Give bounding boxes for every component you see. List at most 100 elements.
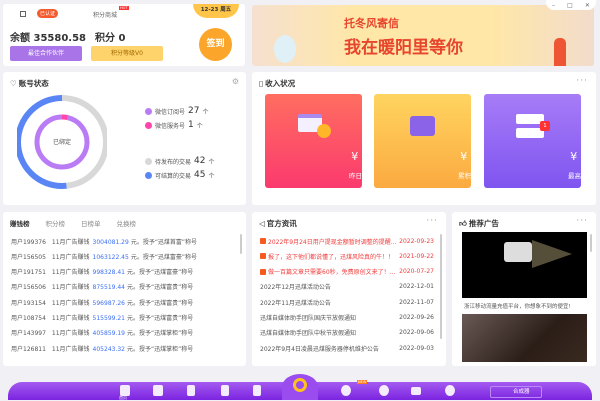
close-icon[interactable]: ✕	[585, 2, 590, 9]
verified-badge: 已认证	[37, 9, 58, 18]
home-label[interactable]: 首页	[119, 395, 127, 401]
legend-dot	[145, 158, 152, 165]
signin-button[interactable]: 签到	[199, 28, 232, 61]
minimize-icon[interactable]: –	[552, 2, 555, 9]
user-name: 用户126811	[11, 344, 46, 353]
pin-icon	[260, 269, 266, 275]
share-icon[interactable]	[411, 387, 421, 395]
monitor-icon[interactable]	[153, 385, 163, 396]
ranking-suffix: 元。授予“迅煤富贵”称号	[127, 315, 193, 322]
ranking-tab-0[interactable]: 赚钱榜	[10, 218, 30, 228]
snowman-illustration	[274, 35, 296, 63]
promo-banner[interactable]: 托冬风寄信 我在暖阳里等你	[252, 5, 594, 66]
robot-icon[interactable]	[379, 385, 389, 396]
ranking-amount: 515599.21	[93, 315, 125, 322]
ad-image-projector[interactable]	[462, 232, 587, 298]
new-badge: NEW	[357, 380, 367, 384]
news-item[interactable]: 迅煤自媒体助手团队国庆节放假通知2022-09-26	[260, 311, 434, 325]
document-icon[interactable]	[187, 385, 195, 396]
more-icon[interactable]: ···	[426, 216, 438, 226]
clipboard-icon: ▯	[259, 79, 263, 88]
ranking-tab-1[interactable]: 积分榜	[46, 218, 66, 228]
news-item[interactable]: 报了，这下他们都说懂了，迅煤风险真的牛！！2021-09-22	[260, 249, 434, 263]
balance-value: 35580.58	[33, 33, 86, 44]
news-item[interactable]: 2022年12月迅煤活动公告2022-12-01	[260, 280, 434, 294]
points-label: 积分	[95, 33, 115, 44]
ranking-desc: 11月广告赚钱	[52, 298, 90, 307]
synth-button[interactable]: 合成器	[490, 386, 542, 398]
ranking-desc: 11月广告赚钱	[52, 328, 90, 337]
clipboard-edit-icon[interactable]	[253, 385, 261, 396]
tile-total[interactable]: ¥ ** 累积收入	[374, 94, 471, 188]
legend-value: 42	[194, 156, 205, 166]
maximize-icon[interactable]: □	[567, 2, 573, 9]
scrollbar[interactable]	[590, 234, 592, 252]
ranking-row: 用户19315411月广告赚钱596987.26元。授予“迅煤富贵”称号	[11, 295, 236, 309]
tile-record[interactable]: 1 ¥ ** 最高纪录	[484, 94, 581, 188]
user-name: 用户199376	[11, 237, 46, 246]
more-icon[interactable]: ···	[576, 76, 588, 86]
ranking-desc: 11月广告赚钱	[52, 267, 90, 276]
legend-label: 可结算的交易	[155, 171, 191, 180]
legend-item: 可结算的交易45个	[145, 170, 214, 180]
ranking-amount: 875519.44	[93, 284, 125, 291]
ranking-tab-3[interactable]: 兑换榜	[117, 218, 137, 228]
girl-illustration	[554, 38, 566, 66]
ranking-suffix: 元。授予“迅煤首富”称号	[131, 239, 197, 246]
ranking-card: 赚钱榜积分榜日榜单兑换榜 用户19937611月广告赚钱3004081.29元。…	[3, 212, 246, 366]
news-title: 做一百篇文章只需要60秒，免费原创文来了！迅...	[268, 267, 399, 276]
tiktok-icon[interactable]	[445, 385, 455, 396]
partner-button[interactable]: 最佳合作伙伴	[10, 46, 82, 61]
news-item[interactable]: 2022年11月迅煤活动公告2022-11-07	[260, 295, 434, 309]
ranking-amount: 405243.32	[93, 346, 125, 353]
ranking-desc: 11月广告赚钱	[52, 313, 90, 322]
user-name: 用户193154	[11, 298, 46, 307]
logo-icon	[293, 378, 307, 392]
level-button[interactable]: 积分等级V0	[91, 46, 163, 61]
coin-icon	[317, 124, 331, 138]
banner-line1: 托冬风寄信	[344, 15, 399, 31]
money-bag-icon[interactable]	[221, 385, 229, 396]
hot-badge: HOT	[119, 6, 129, 10]
legend-unit: 个	[208, 157, 214, 166]
ranking-suffix: 元。授予“迅煤富贵”称号	[127, 300, 193, 307]
record-badge: 1	[540, 121, 550, 131]
ad-caption[interactable]: 浙江移动流量充值平台，你想象不到的便宜!	[464, 302, 571, 310]
scrollbar[interactable]	[440, 234, 442, 339]
account-donut: 已绑定	[17, 92, 107, 192]
ranking-row: 用户14399711月广告赚钱405859.19元。授予“迅煤掌柜”称号	[11, 326, 236, 340]
ad-image-tea[interactable]	[462, 314, 587, 362]
logout-icon[interactable]	[20, 11, 26, 17]
news-title: 报了，这下他们都说懂了，迅煤风险真的牛！！	[268, 252, 394, 261]
user-name: 用户191751	[11, 267, 46, 276]
ranking-tab-2[interactable]: 日榜单	[81, 218, 101, 228]
income-card: ▯收入状况 ··· ¥ ** 昨日收入 ¥ ** 累积收入 1 ¥ ** 最高纪…	[252, 72, 596, 205]
scrollbar[interactable]	[240, 234, 242, 254]
news-title: 2022年11月迅煤活动公告	[260, 298, 331, 307]
legend-unit: 个	[208, 171, 214, 180]
points-mall-link[interactable]: 积分商城	[93, 10, 117, 19]
news-title: 迅煤自媒体助手团队国庆节放假通知	[260, 313, 356, 322]
legend-value: 45	[194, 170, 205, 180]
ranking-desc: 11月广告赚钱	[52, 282, 90, 291]
pin-icon	[260, 253, 266, 259]
card-title: 官方资讯	[267, 218, 297, 229]
news-item[interactable]: 迅煤自媒体助手团队中秋节放假通知2022-09-06	[260, 326, 434, 340]
news-item[interactable]: 2022年9月24日用户提现金额暂时调整的提醒公告2022-09-23	[260, 234, 434, 248]
more-icon[interactable]: ···	[576, 216, 588, 226]
donut-center-label: 已绑定	[53, 138, 71, 146]
tile-yesterday[interactable]: ¥ ** 昨日收入	[265, 94, 362, 188]
wechat-icon[interactable]	[341, 385, 351, 396]
news-item[interactable]: 做一百篇文章只需要60秒，免费原创文来了！迅...2020-07-27	[260, 265, 434, 279]
news-date: 2022-12-01	[399, 283, 434, 290]
ranking-amount: 998328.41	[93, 269, 125, 276]
settings-icon[interactable]: ⚙	[232, 77, 239, 86]
date-tag: 12-23 周五	[193, 4, 239, 18]
ranking-amount: 3004081.29	[93, 239, 129, 246]
news-date: 2022-09-06	[399, 329, 434, 336]
center-logo-bump[interactable]	[282, 374, 318, 400]
news-title: 2022年9月24日用户提现金额暂时调整的提醒公告	[268, 237, 399, 246]
ranking-row: 用户15650511月广告赚钱1063122.45元。授予“迅煤富豪”称号	[11, 249, 236, 263]
news-item[interactable]: 2022年9月4日凌晨迅煤服务器停机维护公告2022-09-03	[260, 341, 434, 355]
ranking-suffix: 元。授予“迅煤掌柜”称号	[127, 346, 193, 353]
